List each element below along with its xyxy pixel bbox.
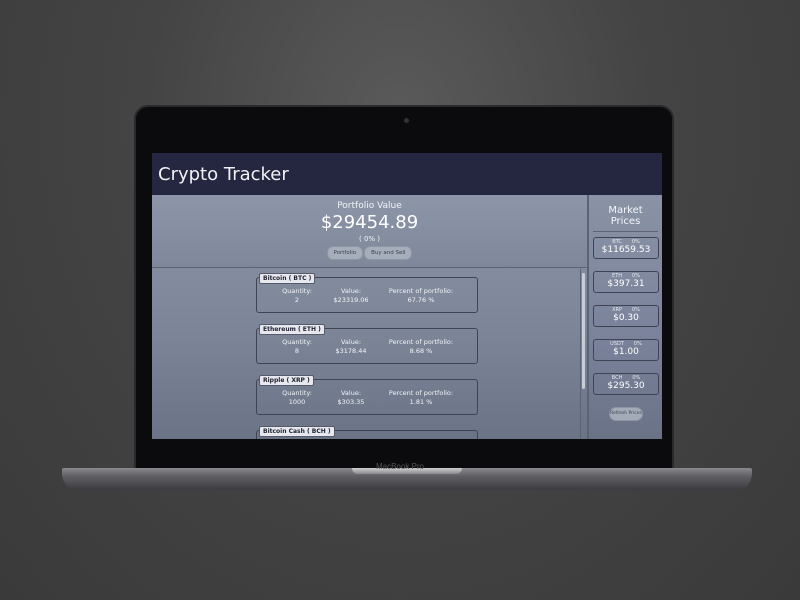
quantity-label: Quantity:	[282, 389, 312, 397]
tab-buy-and-sell[interactable]: Buy and Sell	[364, 246, 413, 260]
app-screen: Crypto Tracker Portfolio Value $29454.89…	[152, 153, 662, 439]
holding-percent: Percent of portfolio: 8.68 %	[383, 338, 459, 355]
percent-label: Percent of portfolio:	[388, 338, 454, 346]
holding-card-xrp: Ripple ( XRP ) Quantity: 1000 Value: $30…	[256, 375, 478, 415]
app-title: Crypto Tracker	[158, 163, 289, 185]
market-prices-title: Market Prices	[593, 205, 658, 232]
price-value: $1.00	[613, 347, 639, 357]
price-card-btc: BTC 0% $11659.53	[593, 237, 659, 259]
value-label: Value:	[340, 287, 362, 295]
holding-quantity: Quantity: 1000	[279, 389, 315, 406]
holding-quantity: Quantity: 8	[279, 338, 315, 355]
app-body: Portfolio Value $29454.89 ( 0% ) Portfol…	[152, 195, 662, 439]
percent-label: Percent of portfolio:	[388, 389, 454, 397]
portfolio-value-label: Portfolio Value	[337, 201, 402, 211]
price-card-eth: ETH 0% $397.31	[593, 271, 659, 293]
holding-card-btc: Bitcoin ( BTC ) Quantity: 2 Value: $2331…	[256, 273, 478, 313]
quantity-value: 2	[294, 296, 300, 304]
tab-portfolio[interactable]: Portfolio	[326, 246, 364, 260]
percent-value: 1.81 %	[409, 398, 433, 406]
refresh-prices-button[interactable]: Refresh Prices	[609, 407, 643, 421]
quantity-value: 1000	[288, 398, 306, 406]
laptop-base	[62, 468, 752, 490]
percent-value: 8.68 %	[409, 347, 433, 355]
laptop-lid: Crypto Tracker Portfolio Value $29454.89…	[134, 105, 674, 471]
portfolio-change: ( 0% )	[358, 235, 381, 243]
value-amount: $303.35	[337, 398, 365, 406]
portfolio-tabs: Portfolio Buy and Sell	[152, 246, 587, 260]
market-prices-pane: Market Prices BTC 0% $11659.53 ETH 0% $397…	[587, 195, 662, 439]
price-value: $0.30	[613, 313, 639, 323]
holding-name: Bitcoin Cash ( BCH )	[259, 426, 335, 437]
holding-name: Ethereum ( ETH )	[259, 324, 325, 335]
percent-value: 67.76 %	[407, 296, 435, 304]
value-amount: $3178.44	[335, 347, 367, 355]
holdings-scrollbar-thumb[interactable]	[582, 273, 585, 389]
laptop-brand-label: MacBook Pro	[375, 462, 425, 471]
price-value: $397.31	[607, 279, 645, 289]
portfolio-value: $29454.89	[320, 212, 419, 233]
percent-label: Percent of portfolio:	[388, 287, 454, 295]
value-label: Value:	[340, 338, 362, 346]
portfolio-pane: Portfolio Value $29454.89 ( 0% ) Portfol…	[152, 195, 587, 439]
portfolio-summary: Portfolio Value $29454.89 ( 0% ) Portfol…	[152, 195, 587, 268]
quantity-label: Quantity:	[282, 287, 312, 295]
holding-value: Value: $3178.44	[329, 338, 373, 355]
price-card-xrp: XRP 0% $0.30	[593, 305, 659, 327]
quantity-value: 8	[294, 347, 300, 355]
holding-value: Value: $303.35	[329, 389, 373, 406]
quantity-label: Quantity:	[282, 338, 312, 346]
holding-name: Bitcoin ( BTC )	[259, 273, 316, 284]
price-value: $11659.53	[601, 245, 651, 255]
holding-name: Ripple ( XRP )	[259, 375, 314, 386]
holding-value: Value: $23319.06	[329, 287, 373, 304]
value-label: Value:	[340, 389, 362, 397]
holding-percent: Percent of portfolio: 1.81 %	[383, 389, 459, 406]
value-amount: $23319.06	[333, 296, 369, 304]
holding-card-eth: Ethereum ( ETH ) Quantity: 8 Value: $317…	[256, 324, 478, 364]
holding-percent: Percent of portfolio: 67.76 %	[383, 287, 459, 304]
holdings-list[interactable]: Bitcoin ( BTC ) Quantity: 2 Value: $2331…	[152, 269, 587, 439]
price-card-bch: BCH 0% $295.30	[593, 373, 659, 395]
price-value: $295.30	[607, 381, 645, 391]
price-card-usdt: USDT 0% $1.00	[593, 339, 659, 361]
app-header: Crypto Tracker	[152, 153, 662, 195]
holding-quantity: Quantity: 2	[279, 287, 315, 304]
holding-card-bch: Bitcoin Cash ( BCH )	[256, 426, 478, 439]
camera-icon	[404, 118, 409, 123]
